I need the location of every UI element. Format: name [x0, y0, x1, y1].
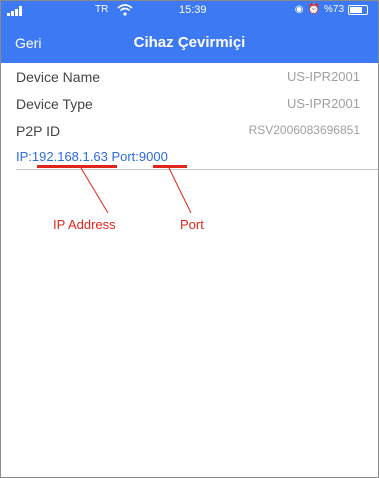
ip-leader-line — [80, 167, 109, 214]
port-leader-line — [168, 167, 192, 214]
app-screen: TR 15:39 ◉ ⏰ %73 Geri Cihaz Çevirmiçi De… — [0, 0, 379, 478]
port-annotation: Port — [180, 217, 204, 232]
annotation-leaders — [80, 167, 192, 214]
ip-address-annotation: IP Address — [53, 217, 116, 232]
